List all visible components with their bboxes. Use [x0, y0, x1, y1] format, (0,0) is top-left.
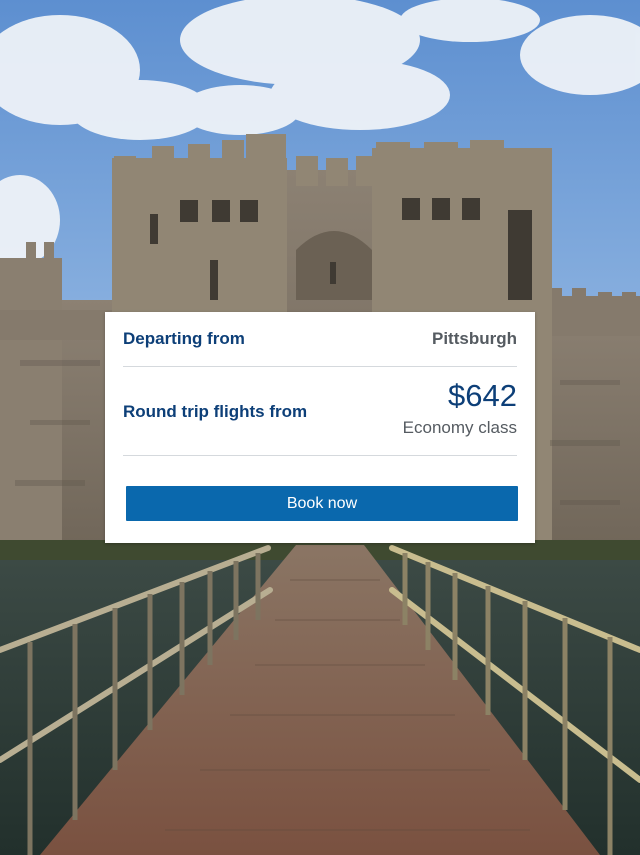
divider	[123, 455, 517, 456]
departure-city: Pittsburgh	[432, 329, 517, 348]
departing-from-label: Departing from	[123, 329, 245, 348]
departure-row: Departing from Pittsburgh	[123, 326, 517, 352]
price-row: Round trip flights from $642 Economy cla…	[123, 374, 517, 450]
price-amount: $642	[448, 378, 517, 413]
cabin-class-label: Economy class	[402, 418, 517, 437]
flight-offer-card: Departing from Pittsburgh Round trip fli…	[105, 312, 535, 543]
book-now-button[interactable]: Book now	[126, 486, 518, 521]
divider	[123, 366, 517, 367]
price-block: $642 Economy class	[403, 376, 517, 440]
round-trip-label: Round trip flights from	[123, 402, 308, 421]
